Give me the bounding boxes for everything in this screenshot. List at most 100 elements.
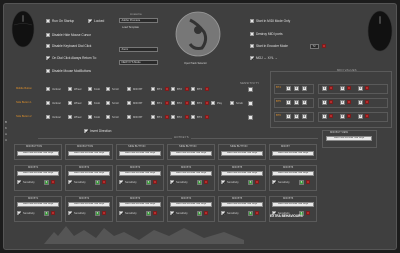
row-sensitivity-value[interactable] — [248, 115, 253, 120]
mid-hotkey-button[interactable]: Click Here & Press Your Keys — [272, 171, 314, 176]
dial-click-select[interactable]: Zoom — [119, 47, 158, 52]
midi-value-field[interactable]: 1 — [322, 100, 327, 105]
sensitivity-checkbox[interactable] — [272, 180, 276, 184]
bt-box-value[interactable]: 1 — [286, 86, 291, 91]
row-midi-checkbox[interactable] — [127, 115, 131, 119]
side-hotkey-button[interactable]: Click Here & Press Your Keys — [326, 136, 372, 141]
row-bt2-checkbox[interactable] — [171, 87, 175, 91]
row-bt3-checkbox[interactable] — [191, 101, 195, 105]
setting-checkbox[interactable] — [250, 44, 254, 48]
row-vertical-checkbox[interactable] — [46, 115, 50, 119]
sensitivity-value[interactable]: 5 — [95, 180, 100, 185]
sensitivity-checkbox[interactable] — [17, 180, 21, 184]
hotkey-button[interactable]: Click Here & Press Your Keys — [119, 151, 161, 156]
setting-label: Start In MIDI Mode Only — [256, 19, 291, 23]
setting-checkbox[interactable] — [46, 19, 50, 23]
hotkey-button[interactable]: Click Here & Press Your Keys — [272, 151, 314, 156]
midi-value-field[interactable]: 0 — [358, 100, 363, 105]
sensitivity-value[interactable]: 5 — [248, 180, 253, 185]
midi-value-field[interactable]: 0 — [358, 86, 363, 91]
profile-select[interactable]: Adobe Premiere — [119, 18, 158, 23]
row-vertical-checkbox[interactable] — [46, 101, 50, 105]
sensitivity-value[interactable]: 5 — [299, 180, 304, 185]
setting-checkbox[interactable] — [46, 69, 50, 73]
bt-box-value[interactable]: 0 — [302, 86, 307, 91]
row-scroll-checkbox[interactable] — [106, 101, 110, 105]
sensitivity-value[interactable]: 5 — [197, 180, 202, 185]
bt-box-value[interactable]: 1 — [286, 114, 291, 119]
row-wheel-checkbox[interactable] — [68, 87, 72, 91]
bt-box-label: BT4 — [276, 86, 281, 89]
sensitivity-checkbox[interactable] — [68, 180, 72, 184]
midi-value-field[interactable]: 0 — [340, 100, 345, 105]
sensitivity-checkbox[interactable] — [170, 180, 174, 184]
hotkey-button[interactable]: Click Here & Press Your Keys — [68, 151, 110, 156]
setting-checkbox[interactable] — [46, 44, 50, 48]
midi-value-field[interactable]: 1 — [322, 114, 327, 119]
bt-box-value[interactable]: 0 — [294, 114, 299, 119]
row-sensitivity-value[interactable] — [248, 101, 253, 106]
row-scroll-checkbox[interactable] — [106, 87, 110, 91]
row-wheel-label: Wheel — [74, 101, 82, 105]
midi-value-field[interactable]: 0 — [340, 86, 345, 91]
mid-hotkey-button[interactable]: Click Here & Press Your Keys — [221, 202, 263, 207]
encoder-mode-value[interactable]: T2 — [310, 44, 319, 49]
mid-hotkey-button[interactable]: Click Here & Press Your Keys — [68, 202, 110, 207]
sensitivity-checkbox[interactable] — [17, 211, 21, 215]
row-midi-checkbox[interactable] — [127, 101, 131, 105]
bt-box-value[interactable]: 0 — [294, 100, 299, 105]
mid-hotkey-button[interactable]: Click Here & Press Your Keys — [221, 171, 263, 176]
mid-hotkey-button[interactable]: Click Here & Press Your Keys — [272, 202, 314, 207]
mid-hotkey-button[interactable]: Click Here & Press Your Keys — [17, 171, 59, 176]
row-knob-checkbox[interactable] — [88, 101, 92, 105]
midi-value-field[interactable]: 0 — [358, 114, 363, 119]
bt-box-value[interactable]: 0 — [302, 114, 307, 119]
row-wheel-checkbox[interactable] — [68, 115, 72, 119]
bt-box-value[interactable]: 1 — [286, 100, 291, 105]
row-scroll-checkbox[interactable] — [106, 115, 110, 119]
setting-checkbox[interactable] — [250, 32, 254, 36]
mid-hotkey-title: MID BT4 — [181, 166, 192, 169]
sensitivity-checkbox[interactable] — [119, 180, 123, 184]
row-scrub-checkbox[interactable] — [230, 101, 234, 105]
locked-checkbox[interactable] — [88, 19, 92, 23]
setting-checkbox[interactable] — [46, 33, 50, 37]
setting-checkbox[interactable] — [46, 56, 50, 60]
hotkey-button[interactable]: Click Here & Press Your Keys — [170, 151, 212, 156]
bt-box-value[interactable]: 0 — [294, 86, 299, 91]
sensitivity-checkbox[interactable] — [221, 180, 225, 184]
row-vertical-checkbox[interactable] — [46, 87, 50, 91]
row-midi-checkbox[interactable] — [127, 87, 131, 91]
row-bt3-checkbox[interactable] — [191, 115, 195, 119]
mid-hotkey-button[interactable]: Click Here & Press Your Keys — [17, 202, 59, 207]
hotkey-button[interactable]: Click Here & Press Your Keys — [221, 151, 263, 156]
row-knob-checkbox[interactable] — [88, 115, 92, 119]
mid-hotkey-button[interactable]: Click Here & Press Your Keys — [170, 202, 212, 207]
midi-value-field[interactable]: 0 — [340, 114, 345, 119]
row-bt2-checkbox[interactable] — [171, 101, 175, 105]
mid-hotkey-button[interactable]: Click Here & Press Your Keys — [170, 171, 212, 176]
hotkey-button[interactable]: Click Here & Press Your Keys — [17, 151, 59, 156]
invert-checkbox[interactable] — [84, 129, 88, 133]
row-play-checkbox[interactable] — [211, 101, 215, 105]
sensitivity-value[interactable]: 5 — [44, 180, 49, 185]
row-bt2-checkbox[interactable] — [171, 115, 175, 119]
midi-value-field[interactable]: 1 — [322, 86, 327, 91]
row-bt1-checkbox[interactable] — [151, 115, 155, 119]
mid-hotkey-button[interactable]: Click Here & Press Your Keys — [119, 171, 161, 176]
mid-hotkey-button[interactable]: Click Here & Press Your Keys — [119, 202, 161, 207]
row-bt1-checkbox[interactable] — [151, 101, 155, 105]
row-knob-checkbox[interactable] — [88, 87, 92, 91]
setting-checkbox[interactable] — [250, 19, 254, 23]
mode-select[interactable]: NEW XYS Mode — [119, 60, 158, 65]
row-bt3-checkbox[interactable] — [191, 87, 195, 91]
setting-checkbox[interactable] — [250, 56, 254, 60]
setting-label: MOJ ↔ XYL → — [256, 56, 278, 60]
sensitivity-value[interactable]: 5 — [248, 211, 253, 216]
row-sensitivity-value[interactable] — [248, 87, 253, 92]
row-wheel-checkbox[interactable] — [68, 101, 72, 105]
row-bt1-checkbox[interactable] — [151, 87, 155, 91]
sensitivity-value[interactable]: 5 — [146, 180, 151, 185]
bt-box-value[interactable]: 0 — [302, 100, 307, 105]
mid-hotkey-button[interactable]: Click Here & Press Your Keys — [68, 171, 110, 176]
